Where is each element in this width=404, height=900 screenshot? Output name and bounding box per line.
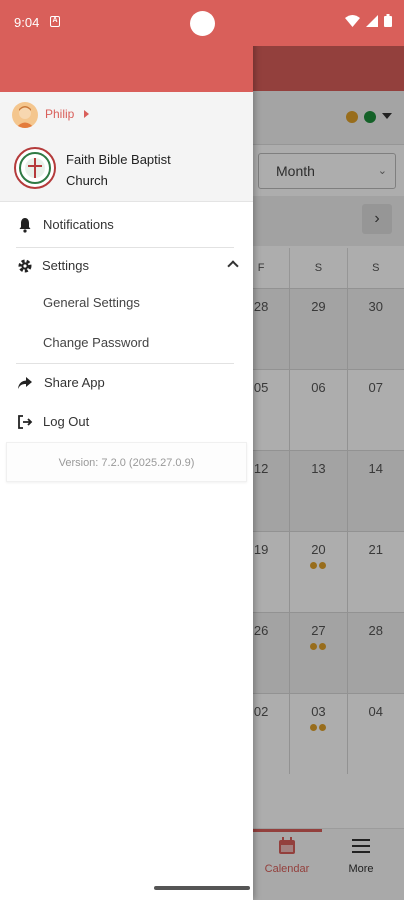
- chevron-up-icon[interactable]: [227, 260, 239, 272]
- logout-icon: [18, 415, 33, 429]
- menu-notifications-label: Notifications: [43, 217, 114, 232]
- navigation-drawer: Philip Faith Bible Baptist Church Notifi…: [0, 0, 253, 900]
- notification-icon: A: [50, 16, 60, 27]
- church-name: Faith Bible Baptist Church: [66, 152, 171, 188]
- drawer-header-bar: [0, 46, 253, 92]
- status-bar: 9:04 A: [0, 0, 404, 46]
- bell-icon: [19, 218, 31, 233]
- menu-share-app-label: Share App: [44, 375, 105, 390]
- wifi-icon: [345, 14, 360, 27]
- menu-general-settings[interactable]: General Settings: [43, 295, 140, 310]
- signal-icon: [366, 14, 378, 27]
- camera-cutout: [190, 11, 215, 36]
- app-version: Version: 7.2.0 (2025.27.0.9): [6, 442, 247, 482]
- church-logo: [14, 147, 56, 189]
- home-indicator[interactable]: [154, 886, 250, 890]
- menu-change-password[interactable]: Change Password: [43, 335, 149, 350]
- menu-log-out[interactable]: Log Out: [0, 402, 253, 442]
- share-icon: [18, 377, 32, 389]
- status-icons: [345, 14, 392, 27]
- user-name[interactable]: Philip: [45, 107, 74, 121]
- caret-right-icon[interactable]: [84, 110, 89, 118]
- battery-icon: [384, 14, 392, 27]
- status-time: 9:04: [14, 15, 40, 30]
- menu-settings-label: Settings: [42, 258, 89, 273]
- gear-icon: [18, 259, 32, 273]
- drawer-profile: Philip Faith Bible Baptist Church: [0, 92, 253, 202]
- menu-notifications[interactable]: Notifications: [0, 205, 253, 245]
- menu-settings[interactable]: Settings: [0, 246, 253, 286]
- menu-share-app[interactable]: Share App: [0, 363, 253, 403]
- avatar[interactable]: [12, 102, 38, 128]
- menu-log-out-label: Log Out: [43, 414, 90, 429]
